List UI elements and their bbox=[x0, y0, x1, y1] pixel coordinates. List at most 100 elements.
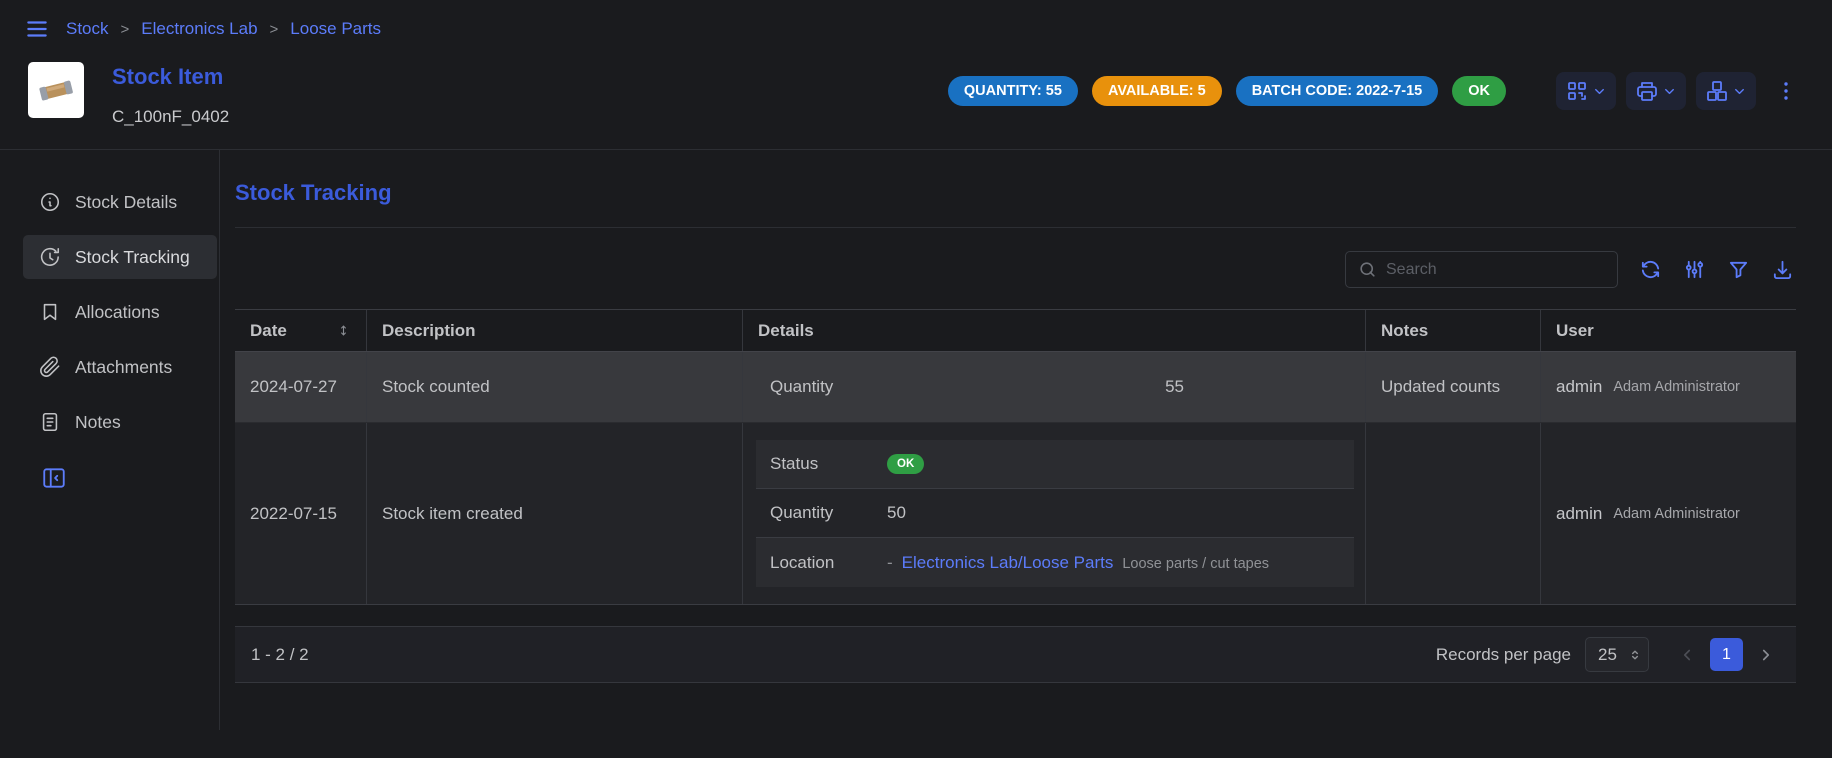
more-options-button[interactable] bbox=[1774, 79, 1798, 103]
stock-operations-button[interactable] bbox=[1696, 72, 1756, 110]
barcode-actions-button[interactable] bbox=[1556, 72, 1616, 110]
stock-item-thumbnail[interactable] bbox=[28, 62, 84, 118]
panel-heading: Stock Tracking bbox=[235, 180, 1796, 206]
stock-tracking-table: Date Description Details Notes User 2024… bbox=[235, 309, 1796, 683]
heading-divider bbox=[235, 227, 1796, 228]
paperclip-icon bbox=[39, 356, 61, 378]
detail-label: Status bbox=[756, 454, 887, 474]
column-header-user[interactable]: User bbox=[1541, 310, 1796, 351]
user-fullname: Adam Administrator bbox=[1613, 379, 1740, 395]
breadcrumb-separator: > bbox=[121, 21, 130, 38]
note-icon bbox=[39, 411, 61, 433]
column-label: Description bbox=[382, 321, 476, 341]
main-panel: Stock Tracking bbox=[220, 150, 1832, 730]
sidebar-item-attachments[interactable]: Attachments bbox=[23, 345, 217, 389]
printing-actions-button[interactable] bbox=[1626, 72, 1686, 110]
download-icon bbox=[1771, 258, 1794, 281]
page-size-select[interactable]: 25 bbox=[1585, 637, 1649, 672]
detail-value: 50 bbox=[887, 503, 906, 523]
location-link[interactable]: Electronics Lab/Loose Parts bbox=[902, 553, 1114, 573]
sort-icon[interactable] bbox=[336, 323, 351, 338]
cell-notes: Updated counts bbox=[1366, 352, 1541, 422]
chevron-down-icon bbox=[1592, 84, 1607, 99]
record-range: 1 - 2 / 2 bbox=[251, 645, 309, 665]
column-header-date[interactable]: Date bbox=[235, 310, 367, 351]
quantity-badge: QUANTITY: 55 bbox=[948, 76, 1078, 106]
info-icon bbox=[39, 191, 61, 213]
column-label: Date bbox=[250, 321, 287, 341]
breadcrumb-stock[interactable]: Stock bbox=[66, 19, 109, 39]
sidebar-item-stock-details[interactable]: Stock Details bbox=[23, 180, 217, 224]
filter-button[interactable] bbox=[1727, 258, 1750, 281]
search-input[interactable] bbox=[1386, 261, 1605, 279]
sidebar-item-notes[interactable]: Notes bbox=[23, 400, 217, 444]
available-badge: AVAILABLE: 5 bbox=[1092, 76, 1222, 106]
cell-details: Status OK Quantity 50 Location - Electro… bbox=[743, 423, 1366, 604]
table-header-row: Date Description Details Notes User bbox=[235, 309, 1796, 352]
packages-icon bbox=[1705, 79, 1729, 103]
status-ok-badge-small: OK bbox=[887, 454, 924, 474]
page-title: Stock Item bbox=[112, 64, 229, 90]
user-fullname: Adam Administrator bbox=[1613, 506, 1740, 522]
next-page-button[interactable] bbox=[1752, 641, 1780, 669]
sidebar-item-label: Allocations bbox=[75, 302, 160, 323]
detail-label: Quantity bbox=[743, 377, 874, 397]
chevron-right-icon bbox=[1757, 646, 1775, 664]
table-toolbar bbox=[235, 251, 1794, 288]
detail-label: Quantity bbox=[756, 503, 887, 523]
refresh-icon bbox=[1639, 258, 1662, 281]
column-header-notes[interactable]: Notes bbox=[1366, 310, 1541, 351]
table-row-stock-item-created[interactable]: 2022-07-15 Stock item created Status OK … bbox=[235, 423, 1796, 605]
sidebar-item-label: Stock Tracking bbox=[75, 247, 190, 268]
search-box[interactable] bbox=[1345, 251, 1618, 288]
bookmark-icon bbox=[39, 301, 61, 323]
history-icon bbox=[39, 246, 61, 268]
menu-icon[interactable] bbox=[24, 16, 50, 42]
breadcrumb-electronics-lab[interactable]: Electronics Lab bbox=[141, 19, 257, 39]
column-label: User bbox=[1556, 321, 1594, 341]
sidebar-item-stock-tracking[interactable]: Stock Tracking bbox=[23, 235, 217, 279]
sidebar-item-label: Notes bbox=[75, 412, 121, 433]
column-header-description[interactable]: Description bbox=[367, 310, 743, 351]
username: admin bbox=[1556, 504, 1602, 524]
page-header: Stock Item C_100nF_0402 QUANTITY: 55 AVA… bbox=[0, 48, 1832, 127]
cell-user: admin Adam Administrator bbox=[1541, 352, 1796, 422]
previous-page-button[interactable] bbox=[1673, 641, 1701, 669]
table-options-button[interactable] bbox=[1683, 258, 1706, 281]
refresh-button[interactable] bbox=[1639, 258, 1662, 281]
sidebar-item-allocations[interactable]: Allocations bbox=[23, 290, 217, 334]
table-spacer bbox=[235, 605, 1796, 626]
chevron-down-icon bbox=[1662, 84, 1677, 99]
chevron-down-icon bbox=[1732, 84, 1747, 99]
column-header-details[interactable]: Details bbox=[743, 310, 1366, 351]
cell-date: 2024-07-27 bbox=[235, 352, 367, 422]
sidebar-collapse-icon bbox=[41, 465, 67, 491]
cell-description: Stock item created bbox=[367, 423, 743, 604]
selector-icon bbox=[1628, 648, 1642, 662]
sidebar-item-label: Attachments bbox=[75, 357, 172, 378]
chevron-left-icon bbox=[1678, 646, 1696, 664]
username: admin bbox=[1556, 377, 1602, 397]
column-label: Notes bbox=[1381, 321, 1428, 341]
batch-code-badge: BATCH CODE: 2022-7-15 bbox=[1236, 76, 1439, 106]
subtable-row-location: Location - Electronics Lab/Loose Parts L… bbox=[756, 538, 1354, 587]
breadcrumb: Stock > Electronics Lab > Loose Parts bbox=[66, 19, 381, 39]
stock-item-name: C_100nF_0402 bbox=[112, 107, 229, 127]
barcode-qr-icon bbox=[1565, 79, 1589, 103]
subtable-row-status: Status OK bbox=[756, 440, 1354, 489]
download-button[interactable] bbox=[1771, 258, 1794, 281]
page-1-button[interactable]: 1 bbox=[1710, 638, 1743, 671]
breadcrumb-loose-parts[interactable]: Loose Parts bbox=[290, 19, 381, 39]
status-ok-badge: OK bbox=[1452, 76, 1506, 106]
column-label: Details bbox=[758, 321, 814, 341]
capacitor-image bbox=[34, 68, 78, 112]
sidebar-collapse-button[interactable] bbox=[41, 465, 67, 491]
search-icon bbox=[1358, 260, 1377, 279]
table-row-stock-counted[interactable]: 2024-07-27 Stock counted Quantity 55 Upd… bbox=[235, 352, 1796, 423]
sidebar: Stock Details Stock Tracking Allocations… bbox=[0, 150, 220, 730]
cell-date: 2022-07-15 bbox=[235, 423, 367, 604]
filter-icon bbox=[1727, 258, 1750, 281]
page-size-value: 25 bbox=[1598, 645, 1617, 665]
cell-details: Quantity 55 bbox=[743, 352, 1366, 422]
records-per-page-label: Records per page bbox=[1436, 645, 1571, 665]
